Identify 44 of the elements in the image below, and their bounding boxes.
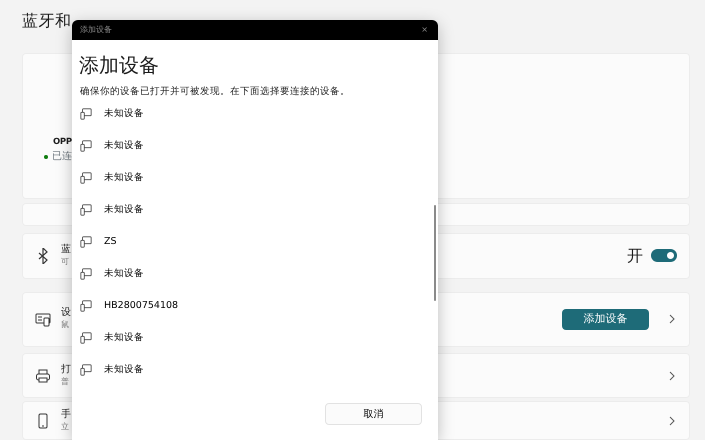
row-subtitle: 立 (61, 420, 70, 433)
dialog-window-title: 添加设备 (80, 24, 112, 36)
chevron-icon (667, 314, 677, 324)
row-title: 打 (61, 364, 71, 376)
devices-icon (80, 364, 92, 376)
device-status: 已连 (52, 150, 72, 164)
row-subtitle: 可 (61, 256, 70, 268)
toggle-switch[interactable] (651, 249, 677, 262)
close-button[interactable]: × (421, 24, 428, 36)
device-list-item[interactable]: 未知设备 (72, 194, 427, 226)
status-dot (44, 154, 48, 158)
cancel-button[interactable]: 取消 (325, 403, 422, 425)
page-title: 蓝牙和 (22, 10, 72, 32)
chevron-icon (667, 370, 677, 380)
devices-icon (80, 172, 92, 184)
device-list-item[interactable]: 未知设备 (72, 258, 427, 290)
device-list-item[interactable]: HB2800754108 (72, 290, 427, 322)
device-list-item[interactable]: 未知设备 (72, 98, 427, 130)
device-list-item[interactable]: 未知设备 (72, 322, 427, 354)
printer-icon (35, 368, 51, 384)
toggle-label: 开 (627, 244, 643, 267)
devices-icon (80, 268, 92, 280)
dialog-heading: 添加设备 (79, 52, 160, 78)
row-subtitle: 普 (61, 376, 70, 388)
devices-icon (80, 300, 92, 312)
device-list-item[interactable]: 未知设备 (72, 162, 427, 194)
row-title: 设 (61, 307, 71, 320)
devices-icon (80, 236, 92, 248)
devices-icon (80, 332, 92, 344)
row-title: 蓝 (61, 244, 71, 256)
row-subtitle: 鼠 (61, 319, 70, 332)
add-device-button[interactable]: 添加设备 (562, 308, 649, 330)
keyboard-device-icon (35, 311, 51, 328)
scrollbar-thumb[interactable] (434, 205, 436, 301)
devices-icon (80, 140, 92, 152)
row-title: 手 (61, 408, 71, 421)
device-list-item[interactable]: 未知设备 (72, 130, 427, 162)
device-list-item[interactable]: 未知设备 (72, 354, 427, 386)
chevron-icon (667, 416, 677, 426)
devices-icon (80, 108, 92, 120)
device-list-item[interactable]: ZS (72, 226, 427, 258)
device-name: OPP (53, 137, 72, 147)
devices-icon (80, 204, 92, 216)
dialog-description: 确保你的设备已打开并可被发现。在下面选择要连接的设备。 (80, 86, 351, 98)
